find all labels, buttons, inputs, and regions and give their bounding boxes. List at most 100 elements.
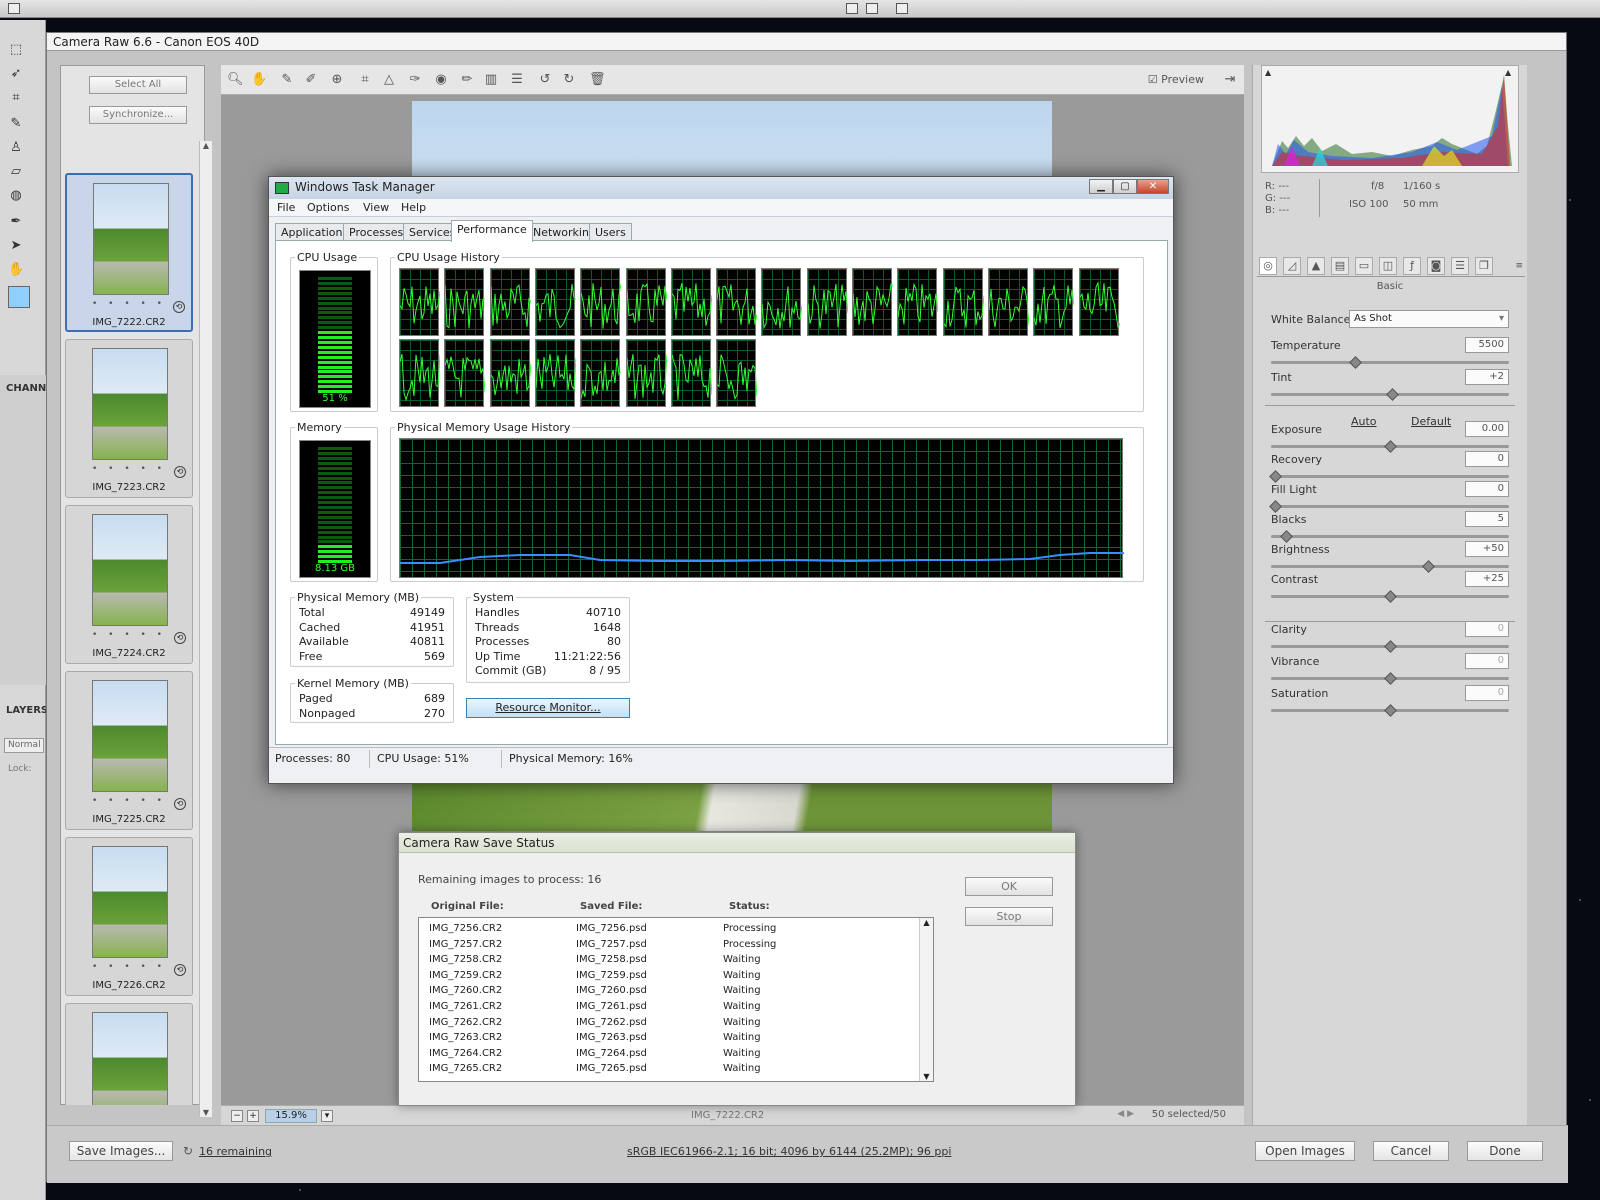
control-value-input[interactable]: +25 [1465,571,1509,587]
tab-performance[interactable]: Performance [451,220,533,242]
control-slider[interactable] [1271,672,1509,685]
control-slider[interactable] [1271,640,1509,653]
control-value-input[interactable]: 5 [1465,511,1509,527]
resource-monitor-button[interactable]: Resource Monitor... [466,698,630,718]
pen-tool-icon[interactable]: ✒ [8,214,24,230]
list-item[interactable]: IMG_7265.CR2 IMG_7265.psd Waiting [419,1062,919,1078]
ok-button[interactable]: OK [965,877,1053,896]
crop-tool-icon[interactable]: ⌗ [8,90,24,106]
control-slider[interactable] [1271,590,1509,603]
stop-button[interactable]: Stop [965,907,1053,926]
zoom-tool-icon[interactable]: 🔍︎ [227,72,244,88]
thumbnail[interactable] [65,1003,193,1105]
control-value-input[interactable]: 0 [1465,653,1509,669]
slider-handle[interactable] [1383,590,1397,603]
list-item[interactable]: IMG_7256.CR2 IMG_7256.psd Processing [419,922,919,938]
zoom-dropdown-icon[interactable]: ▾ [321,1110,333,1122]
panel-menu-icon[interactable]: ≡ [1515,261,1523,271]
menu-view[interactable]: View [363,201,389,214]
white-balance-select[interactable]: As Shot ▾ [1349,310,1509,328]
slider-handle[interactable] [1383,704,1397,717]
list-item[interactable]: IMG_7263.CR2 IMG_7263.psd Waiting [419,1031,919,1047]
layers-panel-label[interactable]: LAYERS [6,705,48,716]
tab-processes[interactable]: Processes [343,223,410,241]
straighten-tool-icon[interactable]: △ [381,72,397,88]
slider-handle[interactable] [1280,530,1294,543]
open-images-button[interactable]: Open Images [1255,1141,1355,1161]
slider-handle[interactable] [1383,672,1397,685]
detail-tab-icon[interactable]: ▲ [1307,257,1325,275]
eraser-tool-icon[interactable]: ▱ [8,164,24,180]
channels-panel-label[interactable]: CHANN [6,383,46,394]
scroll-up-icon[interactable]: ▲ [200,141,212,150]
list-item[interactable]: IMG_7260.CR2 IMG_7260.psd Waiting [419,984,919,1000]
healing-tool-icon[interactable]: ✎ [8,116,24,132]
adjustment-brush-icon[interactable]: ✏ [459,72,475,88]
spot-removal-tool-icon[interactable]: ✑ [407,72,423,88]
control-value-input[interactable]: 0 [1465,621,1509,637]
thumbnail[interactable]: • • • • • ⟲ IMG_7222.CR2 [65,173,193,332]
control-slider[interactable] [1271,440,1509,453]
rotate-icon[interactable]: ⟲ [174,964,186,976]
thumbnail[interactable]: • • • • • ⟲ IMG_7226.CR2 [65,837,193,996]
scroll-up-icon[interactable]: ▲ [920,918,933,927]
control-slider[interactable] [1271,388,1509,401]
tab-users[interactable]: Users [589,223,632,241]
control-value-input[interactable]: 0 [1465,481,1509,497]
thumbnail[interactable]: • • • • • ⟲ IMG_7224.CR2 [65,505,193,664]
control-slider[interactable] [1271,560,1509,573]
list-item[interactable]: IMG_7261.CR2 IMG_7261.psd Waiting [419,1000,919,1016]
split-toning-tab-icon[interactable]: ▭ [1355,257,1373,275]
list-item[interactable]: IMG_7258.CR2 IMG_7258.psd Waiting [419,953,919,969]
hsl-tab-icon[interactable]: ▤ [1331,257,1349,275]
presets-tab-icon[interactable]: ☰ [1451,257,1469,275]
blend-mode-select[interactable]: Normal [4,738,44,753]
camera-calibration-tab-icon[interactable]: ◙ [1427,257,1445,275]
preview-checkbox[interactable]: ☑ Preview [1148,73,1204,86]
list-scrollbar[interactable]: ▲ ▼ [919,918,933,1081]
menu-options[interactable]: Options [307,201,349,214]
minimize-icon[interactable] [846,3,858,14]
scroll-down-icon[interactable]: ▼ [200,1108,212,1117]
maximize-icon[interactable] [866,3,878,14]
hand-tool-icon[interactable]: ✋ [251,72,267,88]
close-icon[interactable]: ✕ [1137,179,1169,194]
slider-handle[interactable] [1383,440,1397,453]
list-item[interactable]: IMG_7264.CR2 IMG_7264.psd Waiting [419,1047,919,1063]
path-select-tool-icon[interactable]: ➤ [8,238,24,254]
zoom-out-button[interactable]: − [231,1110,243,1122]
slider-handle[interactable] [1269,470,1282,483]
workflow-options-link[interactable]: sRGB IEC61966-2.1; 16 bit; 4096 by 6144 … [627,1145,951,1158]
slider-handle[interactable] [1349,356,1363,369]
list-item[interactable]: IMG_7257.CR2 IMG_7257.psd Processing [419,938,919,954]
menu-file[interactable]: File [277,201,295,214]
save-images-button[interactable]: Save Images... [69,1141,173,1161]
rotate-right-icon[interactable]: ↻ [561,72,577,88]
thumbnail[interactable]: • • • • • ⟲ IMG_7223.CR2 [65,339,193,498]
control-value-input[interactable]: 5500 [1465,337,1509,353]
blur-tool-icon[interactable]: ◍ [8,188,24,204]
foreground-color-swatch[interactable] [8,286,30,308]
scroll-down-icon[interactable]: ▼ [920,1072,933,1081]
prev-next-icons[interactable]: ◀ ▶ [1117,1109,1134,1119]
red-eye-tool-icon[interactable]: ◉ [433,72,449,88]
rotate-left-icon[interactable]: ↺ [537,72,553,88]
zoom-level[interactable]: 15.9% [265,1109,317,1123]
control-value-input[interactable]: 0 [1465,685,1509,701]
lens-corrections-tab-icon[interactable]: ◫ [1379,257,1397,275]
rotate-icon[interactable]: ⟲ [173,301,185,313]
cancel-button[interactable]: Cancel [1373,1141,1449,1161]
list-item[interactable]: IMG_7262.CR2 IMG_7262.psd Waiting [419,1016,919,1032]
thumbnail[interactable]: • • • • • ⟲ IMG_7225.CR2 [65,671,193,830]
slider-handle[interactable] [1385,388,1399,401]
maximize-icon[interactable]: ▢ [1113,179,1137,194]
menu-help[interactable]: Help [401,201,426,214]
tone-curve-tab-icon[interactable]: ◿ [1283,257,1301,275]
slider-handle[interactable] [1383,640,1397,653]
default-button[interactable]: Default [1411,415,1451,428]
rotate-icon[interactable]: ⟲ [174,466,186,478]
control-value-input[interactable]: 0.00 [1465,421,1509,437]
effects-tab-icon[interactable]: ƒ [1403,257,1421,275]
done-button[interactable]: Done [1467,1141,1543,1161]
control-slider[interactable] [1269,500,1509,513]
